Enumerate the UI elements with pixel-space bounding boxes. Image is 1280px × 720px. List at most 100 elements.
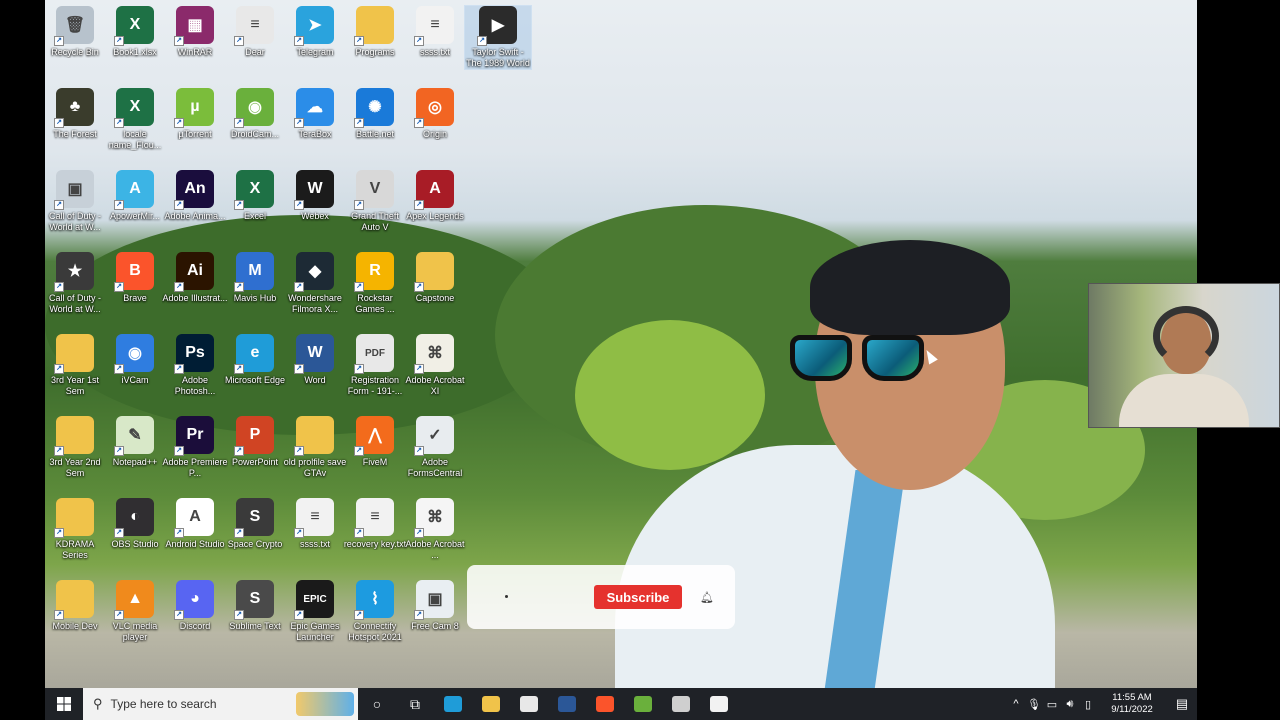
desktop-icon[interactable]: S ↗ Space Crypto [222, 498, 288, 550]
desktop-icon-label: Space Crypto [227, 539, 283, 549]
desktop-icon-label: DroidCam... [230, 129, 279, 139]
desktop-icon[interactable]: A ↗ Android Studio [162, 498, 228, 550]
desktop-icon[interactable]: ★ ↗ Call of Duty - World at W... [45, 252, 108, 315]
desktop-icon[interactable]: An ↗ Adobe Anima... [162, 170, 228, 222]
desktop-icon[interactable]: ✓ ↗ Adobe FormsCentral [402, 416, 468, 479]
word-glyph [558, 696, 576, 712]
network-icon[interactable]: ▭ [1043, 698, 1061, 711]
adobe-illustrator-icon: Ai ↗ [174, 252, 214, 292]
desktop-icon[interactable]: X ↗ Book1.xlsx [102, 6, 168, 58]
desktop-icon[interactable]: X ↗ Excel [222, 170, 288, 222]
bell-icon[interactable]: 🔔︎ [700, 591, 714, 604]
desktop-icon[interactable]: W ↗ Word [282, 334, 348, 386]
desktop-icon[interactable]: ≡ ↗ ssss.txt [282, 498, 348, 550]
space-crypto-icon: S ↗ [234, 498, 274, 538]
desktop-icon[interactable]: W ↗ Webex [282, 170, 348, 222]
desktop-icon[interactable]: V ↗ Grand Theft Auto V [342, 170, 408, 233]
desktop-icon[interactable]: ▣ ↗ Call of Duty - World at W... [45, 170, 108, 233]
desktop-icon[interactable]: ↗ Mobile Dev [45, 580, 108, 632]
desktop-icon[interactable]: ↗ old prolfile save GTAv [282, 416, 348, 479]
desktop-icon[interactable]: ➤ ↗ Telegram [282, 6, 348, 58]
desktop-icon[interactable]: ⌘ ↗ Adobe Acrobat XI [402, 334, 468, 397]
show-hidden-icons-icon[interactable]: ^ [1007, 698, 1025, 710]
desktop-icon[interactable]: ↗ Programs [342, 6, 408, 58]
call-of-duty-icon: ▣ ↗ [54, 170, 94, 210]
word-icon[interactable] [548, 688, 586, 720]
task-view-icon[interactable]: ⧉ [396, 688, 434, 720]
shortcut-arrow-icon: ↗ [114, 282, 124, 292]
desktop-icon[interactable]: ◕ ↗ Discord [162, 580, 228, 632]
microsoft-store-icon[interactable] [510, 688, 548, 720]
shortcut-arrow-icon: ↗ [354, 364, 364, 374]
desktop-icon[interactable]: ◆ ↗ Wondershare Filmora X... [282, 252, 348, 315]
desktop-icon-label: Webex [301, 211, 329, 221]
desktop-icon[interactable]: ♣ ↗ The Forest [45, 88, 108, 140]
desktop-icon[interactable]: ☁ ↗ TeraBox [282, 88, 348, 140]
desktop-icon[interactable]: EPIC ↗ Epic Games Launcher [282, 580, 348, 643]
shortcut-arrow-icon: ↗ [414, 446, 424, 456]
desktop-icon[interactable]: ▣ ↗ Free Cam 8 [402, 580, 468, 632]
edge-icon[interactable] [434, 688, 472, 720]
desktop-icon[interactable]: A ↗ ApowerMir... [102, 170, 168, 222]
desktop-icon[interactable]: ◐ ↗ OBS Studio [102, 498, 168, 550]
brave-icon[interactable] [586, 688, 624, 720]
desktop-icon[interactable]: PDF ↗ Registration Form - 191-... [342, 334, 408, 397]
desktop-icon[interactable]: ⌘ ↗ Adobe Acrobat ... [402, 498, 468, 561]
droidcam-icon[interactable] [624, 688, 662, 720]
desktop-icon[interactable]: X ↗ locale name_Flou... [102, 88, 168, 151]
desktop-icon[interactable]: ↗ 3rd Year 1st Sem [45, 334, 108, 397]
desktop-icon[interactable]: Pr ↗ Adobe Premiere P... [162, 416, 228, 479]
cortana-icon[interactable]: ○ [358, 688, 396, 720]
desktop-icon[interactable]: Ai ↗ Adobe Illustrat... [162, 252, 228, 304]
desktop-icon[interactable]: 🗑 ↗ Recycle Bin [45, 6, 108, 58]
desktop-icon[interactable]: P ↗ PowerPoint [222, 416, 288, 468]
desktop-icon[interactable]: µ ↗ µTorrent [162, 88, 228, 140]
wallpaper-sunglasses [790, 335, 950, 390]
desktop-icon-label: Apex Legends [406, 211, 464, 221]
desktop-icon[interactable]: Ps ↗ Adobe Photosh... [162, 334, 228, 397]
desktop-icon-label: 3rd Year 1st Sem [50, 375, 100, 396]
desktop-icon[interactable]: ⌇ ↗ Connectify Hotspot 2021 [342, 580, 408, 643]
desktop-icon[interactable]: ◉ ↗ iVCam [102, 334, 168, 386]
start-button[interactable] [45, 688, 83, 720]
desktop-icon[interactable]: S ↗ Sublime Text [222, 580, 288, 632]
shortcut-arrow-icon: ↗ [234, 282, 244, 292]
desktop-icon[interactable]: ▦ ↗ WinRAR [162, 6, 228, 58]
desktop-icon-label: Brave [123, 293, 147, 303]
desktop-icon[interactable]: ✎ ↗ Notepad++ [102, 416, 168, 468]
shortcut-arrow-icon: ↗ [414, 118, 424, 128]
desktop-icon[interactable]: ◎ ↗ Origin [402, 88, 468, 140]
desktop-icon-label: KDRAMA Series [55, 539, 95, 560]
headset-icon [1153, 306, 1219, 366]
shortcut-arrow-icon: ↗ [234, 610, 244, 620]
microphone-icon[interactable]: 🎙︎ [1025, 698, 1043, 711]
desktop-icon[interactable]: ⋀ ↗ FiveM [342, 416, 408, 468]
desktop-icon[interactable]: B ↗ Brave [102, 252, 168, 304]
desktop-icon[interactable]: ≡ ↗ recovery key.txt [342, 498, 408, 550]
desktop-icon[interactable]: A ↗ Apex Legends [402, 170, 468, 222]
file-explorer-icon[interactable] [472, 688, 510, 720]
desktop-icon[interactable]: ≡ ↗ Dear [222, 6, 288, 58]
desktop-icon[interactable]: ✺ ↗ Battle.net [342, 88, 408, 140]
desktop-icon[interactable]: ◉ ↗ DroidCam... [222, 88, 288, 140]
subscribe-button[interactable]: Subscribe [594, 585, 682, 609]
notepad-icon[interactable] [700, 688, 738, 720]
desktop-icon[interactable]: R ↗ Rockstar Games ... [342, 252, 408, 315]
battery-icon[interactable]: ▯ [1079, 698, 1097, 711]
desktop-icon[interactable]: ↗ 3rd Year 2nd Sem [45, 416, 108, 479]
desktop-icon-label: Connectify Hotspot 2021 [348, 621, 402, 642]
volume-icon[interactable]: 🔊︎ [1061, 698, 1079, 711]
obs-icon[interactable] [662, 688, 700, 720]
utorrent-icon: µ ↗ [174, 88, 214, 128]
desktop-icon[interactable]: ▲ ↗ VLC media player [102, 580, 168, 643]
desktop-icon[interactable]: ↗ KDRAMA Series [45, 498, 108, 561]
desktop-icon[interactable]: ≡ ↗ ssss.txt [402, 6, 468, 58]
connectify-icon: ⌇ ↗ [354, 580, 394, 620]
notification-icon[interactable]: ▤ [1167, 696, 1197, 712]
taskbar-clock[interactable]: 11:55 AM 9/11/2022 [1103, 692, 1161, 716]
desktop-icon[interactable]: e ↗ Microsoft Edge [222, 334, 288, 386]
desktop-icon[interactable]: M ↗ Mavis Hub [222, 252, 288, 304]
desktop-icon[interactable]: ▶↗Taylor Swift - The 1989 World Tour.mp4 [464, 5, 532, 70]
taskbar-search-box[interactable]: ⚲ Type here to search [83, 688, 358, 720]
desktop-icon[interactable]: ↗ Capstone [402, 252, 468, 304]
